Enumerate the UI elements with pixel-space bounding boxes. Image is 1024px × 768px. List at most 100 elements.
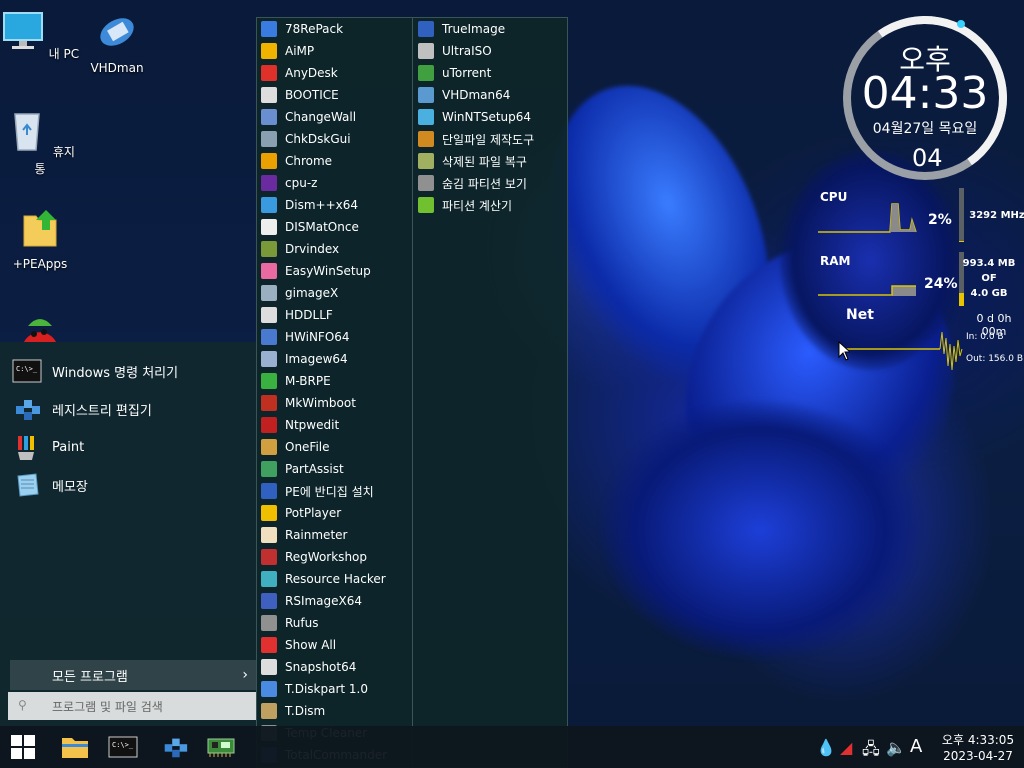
program-item[interactable]: Imagew64 <box>257 348 412 370</box>
program-item[interactable]: PE에 반디집 설치 <box>257 480 412 502</box>
desktop-icon-peapps[interactable]: +PEApps <box>0 206 80 271</box>
program-item[interactable]: HWiNFO64 <box>257 326 412 348</box>
taskbar-clock-time[interactable]: 오후 4:33:05 <box>938 731 1018 748</box>
cpu-percent: 2% <box>928 212 952 228</box>
program-item[interactable]: PartAssist <box>257 458 412 480</box>
program-label: cpu-z <box>285 176 318 190</box>
program-item[interactable]: Chrome <box>257 150 412 172</box>
volume-tray-icon[interactable]: 🔈 <box>886 738 906 757</box>
program-item[interactable]: 숨김 파티션 보기 <box>414 172 568 194</box>
program-item[interactable]: 78RePack <box>257 18 412 40</box>
network-tray-icon[interactable]: 🖧 <box>862 738 880 765</box>
program-label: Chrome <box>285 154 333 168</box>
program-label: ChkDskGui <box>285 132 351 146</box>
program-item[interactable]: AiMP <box>257 40 412 62</box>
program-item[interactable]: Rainmeter <box>257 524 412 546</box>
program-item[interactable]: Show All <box>257 634 412 656</box>
program-item[interactable]: DISMatOnce <box>257 216 412 238</box>
program-item[interactable]: PotPlayer <box>257 502 412 524</box>
program-item[interactable]: Ntpwedit <box>257 414 412 436</box>
program-label: gimageX <box>285 286 339 300</box>
program-item[interactable]: WinNTSetup64 <box>414 106 568 128</box>
program-item[interactable]: RegWorkshop <box>257 546 412 568</box>
desktop-icon-my-pc[interactable]: 내 PC <box>0 10 80 62</box>
svg-text:C:\>_: C:\>_ <box>16 365 38 373</box>
program-item[interactable]: AnyDesk <box>257 62 412 84</box>
program-item[interactable]: T.Dism <box>257 700 412 722</box>
pinned-item-regedit[interactable]: 레지스트리 편집기 <box>0 390 256 428</box>
taskbar-explorer-button[interactable] <box>58 731 92 763</box>
search-placeholder: 프로그램 및 파일 검색 <box>52 699 163 714</box>
program-item[interactable]: UltraISO <box>414 40 568 62</box>
partassist-tray-icon[interactable]: ◢ <box>840 738 852 757</box>
taskbar-clock-date[interactable]: 2023-04-27 <box>938 749 1018 763</box>
clock-time: 04:33 <box>861 68 989 119</box>
start-search-input[interactable]: ⚲ 프로그램 및 파일 검색 <box>8 692 256 720</box>
taskbar-device-manager-button[interactable] <box>204 731 238 763</box>
desktop-icon-vhdman[interactable]: VHDman <box>77 10 157 75</box>
program-item[interactable]: EasyWinSetup <box>257 260 412 282</box>
clock-second-dot <box>957 20 965 28</box>
program-icon <box>418 153 434 169</box>
rainmeter-tray-icon[interactable]: 💧 <box>816 738 836 757</box>
net-in: In: 0.0 B <box>966 332 1004 342</box>
program-label: MkWimboot <box>285 396 356 410</box>
program-column-1: 78RePack AiMP AnyDesk BOOTICE ChangeWall ChkD… <box>257 18 413 767</box>
ram-total: 4.0 GB <box>970 288 1008 299</box>
desktop-icon-label: +PEApps <box>12 257 68 271</box>
program-label: uTorrent <box>442 66 492 80</box>
program-item[interactable]: BOOTICE <box>257 84 412 106</box>
program-label: M-BRPE <box>285 374 331 388</box>
program-item[interactable]: RSImageX64 <box>257 590 412 612</box>
program-column-2: TrueImage UltraISO uTorrent VHDman64 WinNTSe… <box>414 18 568 216</box>
program-item[interactable]: ChkDskGui <box>257 128 412 150</box>
program-item[interactable]: MkWimboot <box>257 392 412 414</box>
start-button[interactable] <box>6 731 40 763</box>
program-item[interactable]: 단일파일 제작도구 <box>414 128 568 150</box>
program-item[interactable]: TrueImage <box>414 18 568 40</box>
clock-seconds: 04 <box>912 144 943 172</box>
program-item[interactable]: OneFile <box>257 436 412 458</box>
program-item[interactable]: uTorrent <box>414 62 568 84</box>
ram-graph <box>818 285 916 296</box>
program-icon <box>261 65 277 81</box>
all-programs-list: 78RePack AiMP AnyDesk BOOTICE ChangeWall ChkD… <box>256 17 568 768</box>
program-item[interactable]: Rufus <box>257 612 412 634</box>
desktop-icon-recycle-bin[interactable]: 휴지통 <box>0 108 80 177</box>
program-item[interactable]: Resource Hacker <box>257 568 412 590</box>
program-label: VHDman64 <box>442 88 511 102</box>
ime-indicator[interactable]: A <box>910 736 922 757</box>
search-icon: ⚲ <box>18 698 27 712</box>
pinned-item-label: Windows 명령 처리기 <box>52 365 179 381</box>
pinned-item-notepad[interactable]: 메모장 <box>0 466 256 504</box>
program-icon <box>418 109 434 125</box>
net-graph <box>840 331 963 371</box>
svg-text:C:\>_: C:\>_ <box>112 741 134 749</box>
program-item[interactable]: T.Diskpart 1.0 <box>257 678 412 700</box>
program-item[interactable]: M-BRPE <box>257 370 412 392</box>
all-programs-button[interactable]: 모든 프로그램 › <box>10 660 256 690</box>
taskbar-regedit-button[interactable] <box>158 731 192 763</box>
program-item[interactable]: ChangeWall <box>257 106 412 128</box>
cmd-icon: C:\>_ <box>12 359 42 383</box>
taskbar-cmd-button[interactable]: C:\>_ <box>106 731 140 763</box>
program-label: 파티션 계산기 <box>442 198 513 213</box>
pinned-item-cmd[interactable]: C:\>_ Windows 명령 처리기 <box>0 352 256 390</box>
program-item[interactable]: 삭제된 파일 복구 <box>414 150 568 172</box>
program-item[interactable]: Drvindex <box>257 238 412 260</box>
program-item[interactable]: 파티션 계산기 <box>414 194 568 216</box>
program-item[interactable]: Dism++x64 <box>257 194 412 216</box>
program-item[interactable]: gimageX <box>257 282 412 304</box>
program-label: PE에 반디집 설치 <box>285 484 374 499</box>
program-label: AnyDesk <box>285 66 338 80</box>
program-label: HDDLLF <box>285 308 333 322</box>
program-item[interactable]: cpu-z <box>257 172 412 194</box>
program-item[interactable]: Snapshot64 <box>257 656 412 678</box>
pinned-item-paint[interactable]: Paint <box>0 428 256 466</box>
program-icon <box>261 373 277 389</box>
program-item[interactable]: VHDman64 <box>414 84 568 106</box>
program-label: RSImageX64 <box>285 594 363 608</box>
program-item[interactable]: HDDLLF <box>257 304 412 326</box>
program-label: Snapshot64 <box>285 660 357 674</box>
cmd-icon: C:\>_ <box>108 736 138 758</box>
